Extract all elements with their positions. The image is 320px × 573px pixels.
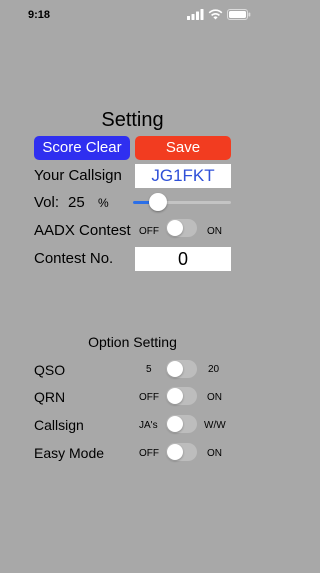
callsign-option-label: Callsign (34, 417, 84, 433)
aadx-contest-toggle[interactable] (166, 219, 197, 237)
aadx-contest-label: AADX Contest (34, 222, 131, 239)
aadx-off-label: OFF (139, 226, 159, 237)
toggle-knob (167, 361, 183, 377)
callsign-left-label: JA's (139, 420, 158, 431)
qrn-left-label: OFF (139, 392, 159, 403)
easy-mode-label: Easy Mode (34, 445, 105, 461)
status-time: 9:18 (28, 9, 51, 21)
save-button[interactable]: Save (135, 136, 231, 160)
cellular-signal-icon (187, 9, 204, 20)
toggle-knob (167, 388, 183, 404)
qso-left-label: 5 (146, 364, 152, 375)
callsign-toggle[interactable] (166, 415, 197, 433)
callsign-input[interactable]: JG1FKT (135, 164, 231, 188)
option-setting-title: Option Setting (88, 334, 177, 350)
qrn-right-label: ON (207, 392, 222, 403)
easy-mode-right-label: ON (207, 448, 222, 459)
score-clear-button[interactable]: Score Clear (34, 136, 130, 160)
volume-unit: % (98, 196, 109, 210)
easy-mode-left-label: OFF (139, 448, 159, 459)
page-title: Setting (101, 109, 164, 131)
contest-no-input[interactable]: 0 (135, 247, 231, 271)
toggle-knob (167, 220, 183, 236)
volume-value: 25 (68, 194, 85, 211)
status-bar: 9:18 (0, 0, 265, 30)
callsign-right-label: W/W (204, 420, 226, 431)
contest-no-label: Contest No. (34, 250, 114, 267)
battery-icon (227, 9, 251, 20)
volume-slider-thumb[interactable] (148, 193, 167, 211)
easy-mode-toggle[interactable] (166, 443, 197, 461)
toggle-knob (167, 416, 183, 432)
callsign-label: Your Callsign (34, 167, 122, 184)
wifi-icon (208, 9, 223, 20)
qso-right-label: 20 (208, 364, 220, 375)
qrn-toggle[interactable] (166, 387, 197, 405)
status-icons (187, 9, 251, 20)
qso-toggle[interactable] (166, 360, 197, 378)
volume-label: Vol: (34, 194, 60, 211)
toggle-knob (167, 444, 183, 460)
qrn-label: QRN (34, 389, 66, 405)
aadx-on-label: ON (207, 226, 222, 237)
qso-label: QSO (34, 362, 66, 378)
